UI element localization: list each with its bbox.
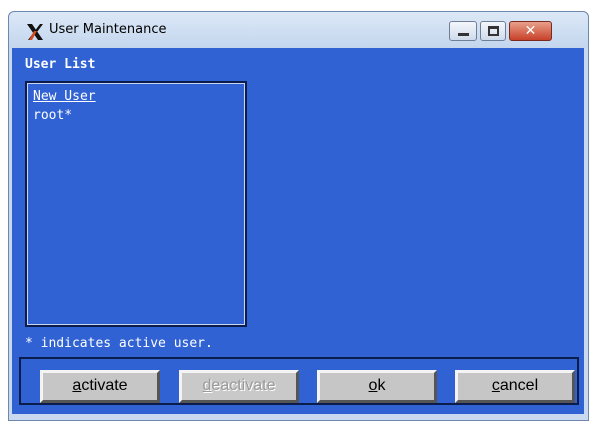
- active-user-note: * indicates active user.: [25, 336, 213, 351]
- cancel-button[interactable]: cancel: [455, 370, 575, 403]
- deactivate-label: eactivate: [211, 377, 276, 394]
- ok-button[interactable]: ok: [317, 370, 437, 403]
- close-button[interactable]: ✕: [509, 21, 552, 41]
- list-item-root[interactable]: root*: [33, 108, 72, 123]
- user-maintenance-window: User Maintenance ✕ User List New User ro…: [8, 11, 589, 421]
- activate-mnemonic: a: [72, 377, 82, 394]
- ok-label: k: [377, 377, 386, 394]
- close-icon: ✕: [524, 23, 537, 39]
- window-title: User Maintenance: [49, 22, 167, 37]
- cancel-label: ancel: [499, 377, 539, 394]
- user-list-heading: User List: [25, 57, 96, 72]
- user-listbox[interactable]: New User root*: [25, 81, 247, 327]
- minimize-button[interactable]: [449, 21, 477, 41]
- client-area: User List New User root* * indicates act…: [12, 48, 584, 414]
- minimize-icon: [458, 33, 469, 36]
- maximize-icon: [488, 26, 499, 36]
- cancel-mnemonic: c: [491, 377, 500, 394]
- activate-label: ctivate: [81, 377, 128, 394]
- maximize-button[interactable]: [480, 21, 506, 41]
- activate-button[interactable]: activate: [40, 370, 160, 403]
- title-bar[interactable]: User Maintenance ✕: [9, 12, 588, 48]
- list-item-new-user[interactable]: New User: [33, 89, 96, 104]
- deactivate-button[interactable]: deactivate: [179, 370, 299, 403]
- button-bar: activate deactivate ok cancel: [19, 357, 579, 405]
- x-window-system-icon: [27, 24, 43, 40]
